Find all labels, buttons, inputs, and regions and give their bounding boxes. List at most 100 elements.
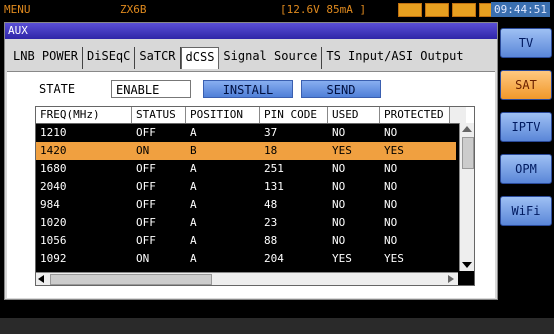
position-cell: A — [190, 252, 197, 265]
table-row[interactable]: 1092 ON A 204 YES YES — [36, 250, 456, 268]
protected-cell: NO — [384, 234, 398, 247]
used-cell: NO — [332, 162, 346, 175]
model-label: ZX6B — [120, 3, 147, 16]
network-icon — [452, 3, 476, 17]
position-cell: A — [190, 216, 197, 229]
tab-ts-input[interactable]: TS Input/ASI Output — [322, 47, 467, 69]
scroll-left-icon[interactable] — [38, 275, 44, 283]
controls-row: STATE ENABLE INSTALL SEND — [7, 80, 495, 100]
sidebar-item-sat[interactable]: SAT — [500, 70, 552, 100]
table-row[interactable]: 1680 OFF A 251 NO NO — [36, 160, 456, 178]
power-status: [12.6V 85mA ] — [280, 3, 367, 16]
freq-cell: 1020 — [40, 216, 67, 229]
tab-satcr[interactable]: SaTCR — [135, 47, 181, 69]
column-header: PROTECTED — [380, 107, 450, 123]
used-cell: NO — [332, 234, 346, 247]
mode-sidebar: TV SAT IPTV OPM WiFi — [500, 28, 552, 238]
status-cell: ON — [136, 252, 150, 265]
battery-icon — [398, 3, 422, 17]
pin-code-cell: 48 — [264, 198, 278, 211]
scroll-thumb[interactable] — [462, 137, 474, 169]
status-cell: ON — [136, 144, 150, 157]
status-cell: OFF — [136, 198, 156, 211]
status-cell: OFF — [136, 126, 156, 139]
sidebar-item-tv[interactable]: TV — [500, 28, 552, 58]
position-cell: A — [190, 198, 197, 211]
used-cell: NO — [332, 180, 346, 193]
column-header: PIN CODE — [260, 107, 328, 123]
status-cell: OFF — [136, 234, 156, 247]
clock: 09:44:51 — [491, 2, 550, 17]
table-row[interactable]: 1056 OFF A 88 NO NO — [36, 232, 456, 250]
used-cell: NO — [332, 198, 346, 211]
menu-label[interactable]: MENU — [4, 3, 31, 16]
protected-cell: NO — [384, 216, 398, 229]
freq-cell: 1210 — [40, 126, 67, 139]
signal-icon — [425, 3, 449, 17]
state-label: STATE — [39, 82, 76, 96]
freq-cell: 1680 — [40, 162, 67, 175]
status-cell: OFF — [136, 162, 156, 175]
freq-cell: 1092 — [40, 252, 67, 265]
tab-dcss[interactable]: dCSS — [180, 47, 220, 69]
pin-code-cell: 251 — [264, 162, 284, 175]
sidebar-item-iptv[interactable]: IPTV — [500, 112, 552, 142]
column-header: USED — [328, 107, 380, 123]
sidebar-item-wifi[interactable]: WiFi — [500, 196, 552, 226]
protected-cell: NO — [384, 126, 398, 139]
sidebar-item-opm[interactable]: OPM — [500, 154, 552, 184]
table-row[interactable]: 2040 OFF A 131 NO NO — [36, 178, 456, 196]
used-cell: YES — [332, 144, 352, 157]
freq-cell: 1420 — [40, 144, 67, 157]
position-cell: A — [190, 180, 197, 193]
used-cell: NO — [332, 126, 346, 139]
freq-cell: 1056 — [40, 234, 67, 247]
column-header: STATUS — [132, 107, 186, 123]
scroll-up-icon[interactable] — [462, 126, 472, 132]
tab-signal-source[interactable]: Signal Source — [219, 47, 323, 69]
dcss-panel: STATE ENABLE INSTALL SEND FREQ(MHz) STAT… — [7, 71, 495, 298]
status-bar: MENU ZX6B [12.6V 85mA ] 09:44:51 — [0, 0, 554, 20]
tab-diseqc[interactable]: DiSEqC — [83, 47, 136, 69]
send-button[interactable]: SEND — [301, 80, 381, 98]
window-title: AUX — [5, 23, 497, 39]
header-scroll-gap — [450, 107, 466, 123]
table-row-selected[interactable]: 1420 ON B 18 YES YES — [36, 142, 456, 160]
install-button[interactable]: INSTALL — [203, 80, 293, 98]
position-cell: A — [190, 234, 197, 247]
table-row[interactable]: 984 OFF A 48 NO NO — [36, 196, 456, 214]
table-row[interactable]: 1210 OFF A 37 NO NO — [36, 124, 456, 142]
scroll-down-icon[interactable] — [462, 262, 472, 268]
table-row[interactable]: 1020 OFF A 23 NO NO — [36, 214, 456, 232]
pin-code-cell: 204 — [264, 252, 284, 265]
bottom-bar — [0, 318, 554, 334]
position-cell: A — [190, 126, 197, 139]
vertical-scrollbar[interactable] — [459, 123, 474, 271]
used-cell: YES — [332, 252, 352, 265]
protected-cell: YES — [384, 144, 404, 157]
tab-lnb-power[interactable]: LNB POWER — [9, 47, 84, 69]
column-header: FREQ(MHz) — [36, 107, 132, 123]
tab-bar: LNB POWER DiSEqC SaTCR dCSS Signal Sourc… — [9, 47, 497, 69]
hscroll-thumb[interactable] — [50, 274, 212, 285]
table-body: 1210 OFF A 37 NO NO 1420 ON B 18 YES YES… — [36, 124, 456, 268]
position-cell: B — [190, 144, 197, 157]
protected-cell: NO — [384, 162, 398, 175]
aux-window: AUX LNB POWER DiSEqC SaTCR dCSS Signal S… — [4, 22, 498, 300]
dcss-table: FREQ(MHz) STATUS POSITION PIN CODE USED … — [35, 106, 475, 286]
horizontal-scrollbar[interactable] — [36, 272, 458, 285]
used-cell: NO — [332, 216, 346, 229]
status-icons — [398, 3, 503, 17]
pin-code-cell: 131 — [264, 180, 284, 193]
pin-code-cell: 23 — [264, 216, 278, 229]
position-cell: A — [190, 162, 197, 175]
status-cell: OFF — [136, 216, 156, 229]
state-select[interactable]: ENABLE — [111, 80, 191, 98]
pin-code-cell: 37 — [264, 126, 278, 139]
scroll-right-icon[interactable] — [448, 275, 454, 283]
protected-cell: NO — [384, 198, 398, 211]
column-header: POSITION — [186, 107, 260, 123]
protected-cell: NO — [384, 180, 398, 193]
freq-cell: 984 — [40, 198, 60, 211]
protected-cell: YES — [384, 252, 404, 265]
